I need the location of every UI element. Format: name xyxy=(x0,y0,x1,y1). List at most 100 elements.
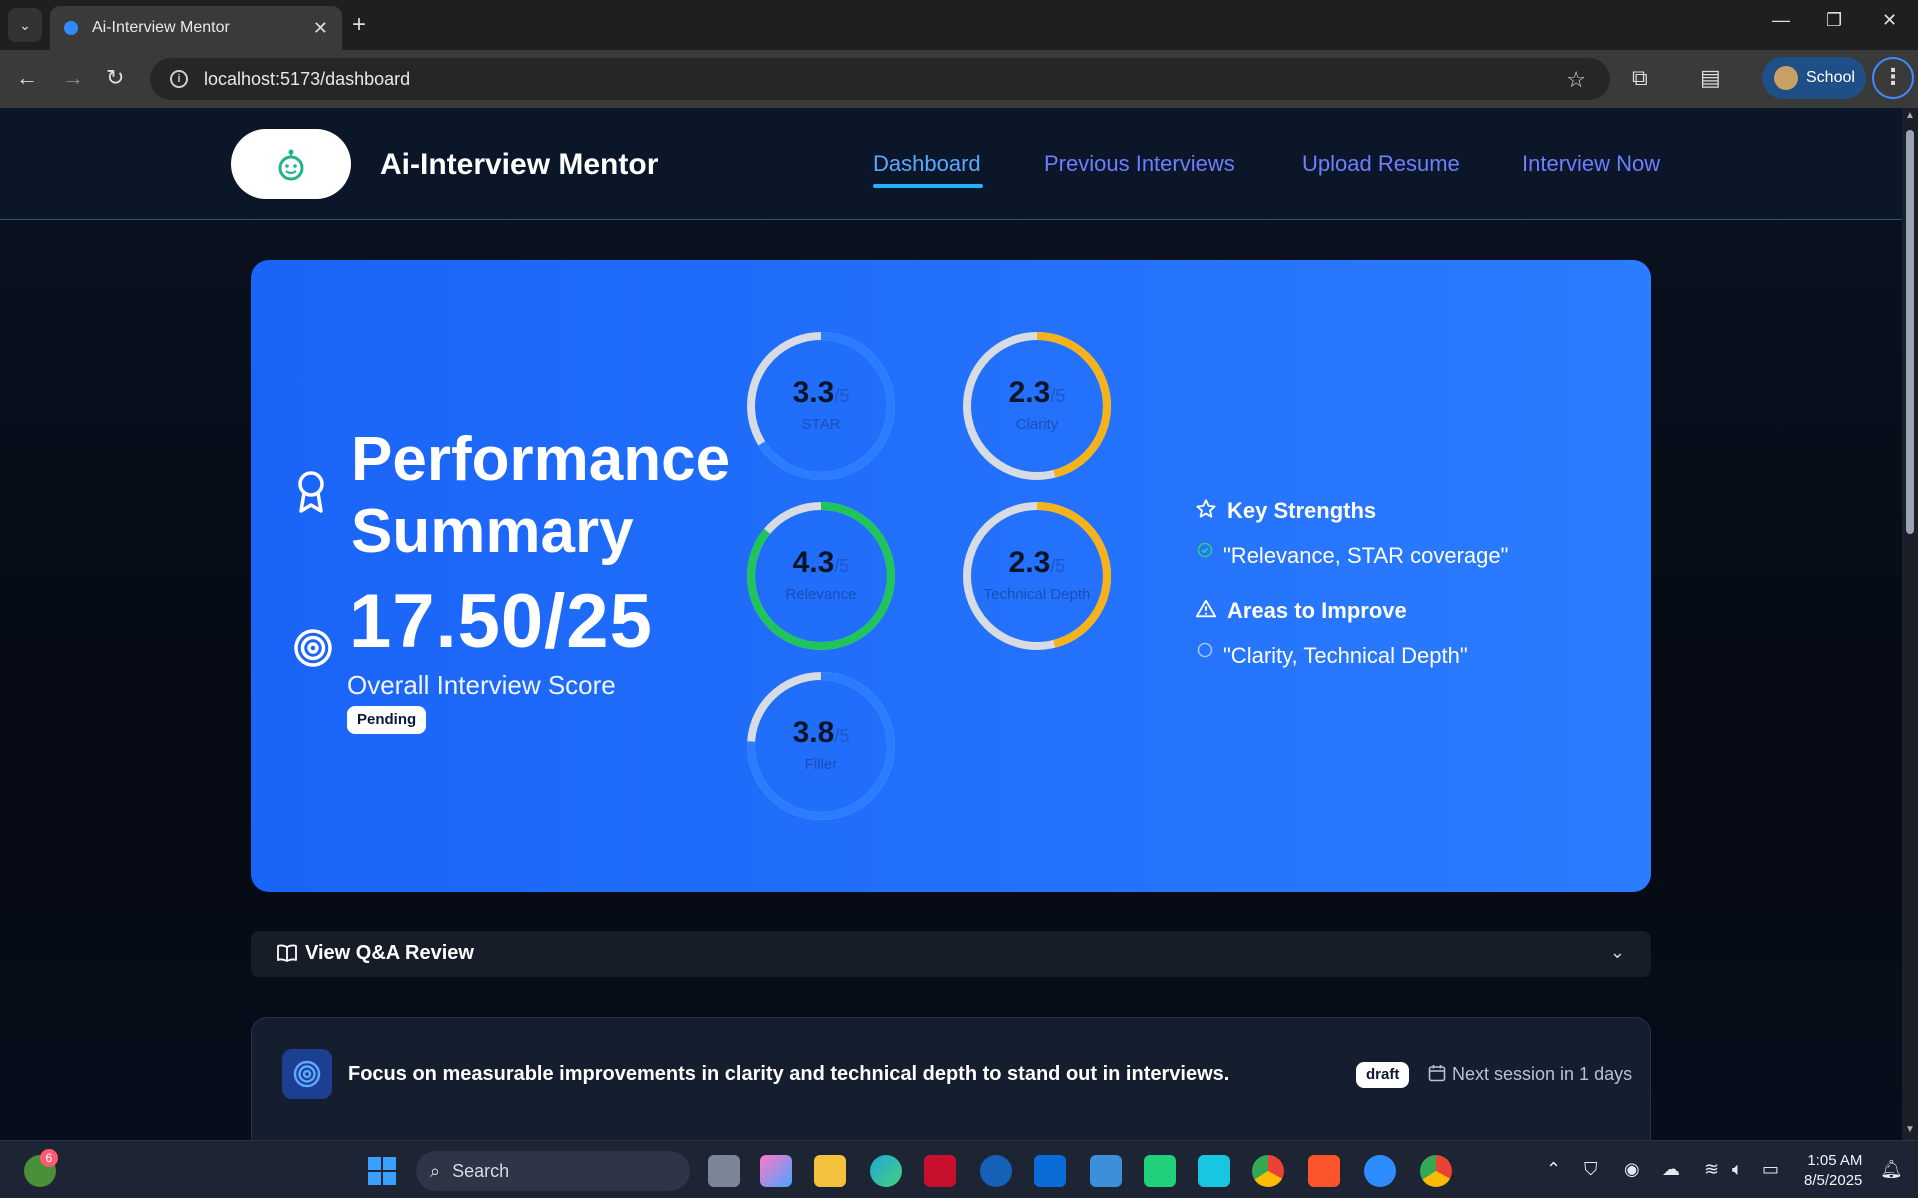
defender-shield-icon[interactable]: ⛉ xyxy=(1584,1159,1598,1180)
strength-item: "Relevance, STAR coverage" xyxy=(1223,543,1509,568)
metric-label: Filler xyxy=(804,756,838,773)
metric-gauge-technical-depth: 2.3/5 Technical Depth xyxy=(959,498,1115,654)
check-circle-icon xyxy=(1197,542,1213,558)
browser-tab-bar: ⌄ Ai-Interview Mentor ✕ + — ❐ ✕ xyxy=(0,0,1918,50)
metric-max: /5 xyxy=(834,556,850,576)
browser-toolbar: ← → ↻ i localhost:5173/dashboard ☆ ⧉ ▤ S… xyxy=(0,50,1918,108)
qa-review-label: View Q&A Review xyxy=(305,942,474,964)
profile-button[interactable]: School xyxy=(1762,57,1866,99)
target-icon xyxy=(294,629,332,667)
os-taskbar: 6 ⌕ Search ⌃ ⛉ ◉ ☁ ≋ 🔈︎ ▭ 1:05 AM 8/5/20… xyxy=(0,1140,1918,1198)
browser-tab[interactable]: Ai-Interview Mentor ✕ xyxy=(50,6,342,50)
active-nav-indicator xyxy=(873,184,983,188)
metric-label: Technical Depth xyxy=(983,586,1091,603)
restore-icon[interactable]: ❐ xyxy=(1826,10,1842,31)
metric-label: Clarity xyxy=(1015,416,1059,433)
vpn-icon[interactable]: ◉ xyxy=(1624,1159,1640,1180)
site-header: Ai-Interview Mentor Dashboard Previous I… xyxy=(0,108,1902,220)
draft-badge: draft xyxy=(1356,1062,1410,1088)
scroll-thumb[interactable] xyxy=(1906,130,1914,534)
scroll-up-icon[interactable]: ▲ xyxy=(1905,110,1915,121)
hp-icon[interactable] xyxy=(980,1155,1012,1187)
new-tab-icon[interactable]: + xyxy=(352,10,366,40)
tray-overflow-icon[interactable]: ⌃ xyxy=(1546,1159,1561,1180)
metric-label: STAR xyxy=(801,416,841,433)
bookmark-star-icon[interactable]: ☆ xyxy=(1566,67,1586,93)
focus-target-tile xyxy=(282,1049,332,1099)
close-window-icon[interactable]: ✕ xyxy=(1882,10,1897,31)
overall-score: 17.50/25 xyxy=(349,579,653,664)
nav-upload-resume[interactable]: Upload Resume xyxy=(1302,151,1460,177)
metric-value: 2.3 xyxy=(1008,546,1051,579)
chrome-profile-icon[interactable] xyxy=(1420,1155,1452,1187)
metric-gauge-star: 3.3/5 STAR xyxy=(743,328,899,484)
site-info-icon[interactable]: i xyxy=(170,70,188,88)
onedrive-cloud-icon[interactable]: ☁ xyxy=(1662,1159,1680,1180)
nav-dashboard[interactable]: Dashboard xyxy=(873,151,981,177)
photos-icon[interactable] xyxy=(1090,1155,1122,1187)
minimize-icon[interactable]: — xyxy=(1772,10,1790,31)
metric-max: /5 xyxy=(834,726,850,746)
scroll-down-icon[interactable]: ▼ xyxy=(1905,1124,1915,1135)
notification-bell-icon[interactable]: 🔔︎ xyxy=(1880,1159,1903,1180)
brave-icon[interactable] xyxy=(1308,1155,1340,1187)
target-icon xyxy=(293,1060,321,1088)
brand-title[interactable]: Ai-Interview Mentor xyxy=(380,148,658,182)
system-clock[interactable]: 1:05 AM 8/5/2025 xyxy=(1804,1151,1862,1191)
browser-menu-icon[interactable]: ⋮ xyxy=(1872,57,1914,99)
webstorm-icon[interactable] xyxy=(1198,1155,1230,1187)
avatar xyxy=(1774,66,1798,90)
calendar-icon xyxy=(1428,1065,1446,1082)
focus-tip-card: Focus on measurable improvements in clar… xyxy=(251,1017,1651,1140)
pycharm-icon[interactable] xyxy=(1144,1155,1176,1187)
tab-search-chevron-icon[interactable]: ⌄ xyxy=(8,8,42,42)
profile-label: School xyxy=(1806,69,1855,86)
metric-max: /5 xyxy=(834,386,850,406)
windows-start-icon[interactable] xyxy=(368,1157,396,1185)
areas-to-improve-heading: Areas to Improve xyxy=(1227,598,1407,623)
page-viewport: Ai-Interview Mentor Dashboard Previous I… xyxy=(0,108,1918,1140)
extensions-icon[interactable]: ⧉ xyxy=(1632,64,1648,92)
zoom-icon[interactable] xyxy=(1364,1155,1396,1187)
file-explorer-icon[interactable] xyxy=(814,1155,846,1187)
address-bar[interactable]: i localhost:5173/dashboard ☆ xyxy=(150,58,1610,100)
outlook-icon[interactable] xyxy=(1034,1155,1066,1187)
logo[interactable] xyxy=(231,129,351,199)
back-icon[interactable]: ← xyxy=(16,64,38,92)
reload-icon[interactable]: ↻ xyxy=(106,64,124,92)
nav-interview-now[interactable]: Interview Now xyxy=(1522,151,1660,177)
summary-title: Performance Summary xyxy=(351,425,731,566)
url-text[interactable]: localhost:5173/dashboard xyxy=(204,69,410,90)
improve-item: "Clarity, Technical Depth" xyxy=(1223,643,1468,668)
taskbar-search[interactable]: ⌕ Search xyxy=(416,1151,690,1191)
status-badge: Pending xyxy=(347,706,427,734)
qa-review-toggle[interactable]: View Q&A Review ⌄ xyxy=(251,931,1651,977)
edge-icon[interactable] xyxy=(870,1155,902,1187)
sidebar-icon[interactable]: ▤ xyxy=(1700,64,1721,92)
volume-icon[interactable]: 🔈︎ xyxy=(1732,1159,1743,1180)
nav-previous-interviews[interactable]: Previous Interviews xyxy=(1044,151,1235,177)
tab-favicon-icon xyxy=(64,21,78,35)
metric-value: 2.3 xyxy=(1008,376,1051,409)
task-view-icon[interactable] xyxy=(708,1155,740,1187)
forward-icon[interactable]: → xyxy=(62,64,84,92)
page-scrollbar[interactable]: ▲ ▼ xyxy=(1902,108,1918,1140)
wifi-icon[interactable]: ≋ xyxy=(1704,1159,1719,1180)
chevron-down-icon: ⌄ xyxy=(1609,942,1625,962)
copilot-icon[interactable] xyxy=(760,1155,792,1187)
mcafee-icon[interactable] xyxy=(924,1155,956,1187)
key-strengths-heading: Key Strengths xyxy=(1227,498,1377,523)
metric-gauge-filler: 3.8/5 Filler xyxy=(743,668,899,824)
clock-date: 8/5/2025 xyxy=(1804,1172,1863,1189)
score-label: Overall Interview Score xyxy=(347,670,616,700)
metric-gauge-relevance: 4.3/5 Relevance xyxy=(743,498,899,654)
close-tab-icon[interactable]: ✕ xyxy=(313,18,328,39)
notification-count: 6 xyxy=(40,1149,58,1167)
focus-tip-text: Focus on measurable improvements in clar… xyxy=(348,1063,1230,1085)
robot-logo-icon xyxy=(278,149,304,181)
next-session-text: Next session in 1 days xyxy=(1452,1064,1633,1084)
battery-icon[interactable]: ▭ xyxy=(1762,1159,1779,1180)
metric-value: 4.3 xyxy=(792,546,835,579)
performance-summary-card: Performance Summary 17.50/25 Overall Int… xyxy=(251,260,1651,892)
chrome-icon[interactable] xyxy=(1252,1155,1284,1187)
